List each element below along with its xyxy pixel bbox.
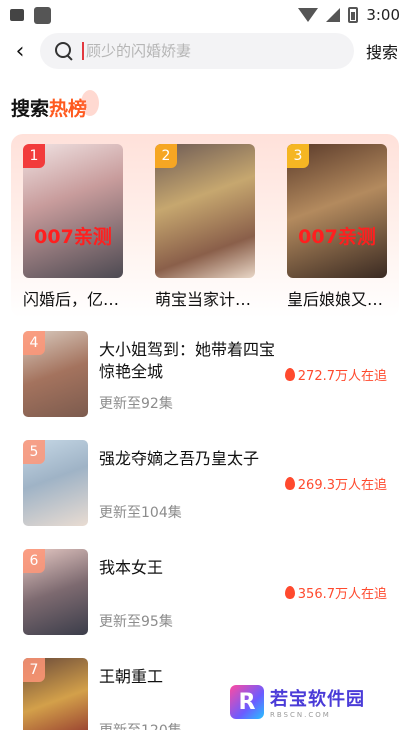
status-indicators: 3:00 (298, 6, 400, 24)
status-notifications (10, 6, 51, 24)
top-three-card: 1 007亲测 闪婚后，亿… 2 萌宝当家计… 3 007亲测 皇后娘娘又… (11, 134, 399, 318)
drama-cover: 5 (23, 440, 88, 526)
chevron-left-icon: ‹ (15, 38, 25, 64)
rank-badge: 3 (287, 144, 309, 168)
list-item-6[interactable]: 6 我本女王 更新至95集 356.7万人在追 (23, 549, 393, 639)
episode-status: 更新至104集 (99, 505, 182, 521)
heat-badge: 269.3万人在追 (284, 474, 387, 493)
rank-badge: 1 (23, 144, 45, 168)
drama-title: 萌宝当家计… (155, 290, 252, 309)
rank-badge: 5 (23, 440, 45, 464)
episode-status: 更新至92集 (99, 396, 173, 412)
drama-cover: 7 (23, 658, 88, 730)
drama-title: 大小姐驾到：她带着四宝惊艳全城 (99, 340, 276, 381)
status-time: 3:00 (366, 6, 400, 24)
section-title-accent: 热榜 (49, 90, 100, 121)
drama-cover: 2 (155, 144, 255, 278)
brand-site: RBSCN.COM (270, 711, 331, 719)
app-notification-icon (34, 6, 51, 24)
drama-title: 皇后娘娘又… (287, 290, 384, 309)
heat-badge: 356.7万人在追 (284, 583, 387, 602)
drama-cover: 3 007亲测 (287, 144, 387, 278)
brand-logo-icon: R (230, 685, 264, 719)
drama-cover: 6 (23, 549, 88, 635)
drama-cover: 4 (23, 331, 88, 417)
drama-title: 闪婚后，亿… (23, 290, 120, 309)
search-box[interactable] (40, 33, 354, 69)
signal-icon (326, 8, 341, 22)
heat-count: 269.3万人在追 (297, 478, 387, 493)
brand-name: 若宝软件园 (270, 689, 365, 710)
fire-icon (284, 586, 295, 599)
fire-icon (284, 477, 295, 490)
search-hot-list-page: 3:00 ‹ 搜索 搜索 热榜 1 007亲测 闪婚后，亿… 2 (0, 0, 410, 730)
top-item-2[interactable]: 2 萌宝当家计… (155, 144, 255, 310)
text-cursor (82, 42, 84, 60)
search-button[interactable]: 搜索 (366, 39, 402, 63)
heat-badge: 272.7万人在追 (284, 365, 387, 384)
fire-icon (284, 368, 295, 381)
brand-watermark: R 若宝软件园 RBSCN.COM (230, 684, 392, 720)
rank-badge: 2 (155, 144, 177, 168)
rank-badge: 4 (23, 331, 45, 355)
heat-count: 272.7万人在追 (297, 369, 387, 384)
top-item-3[interactable]: 3 007亲测 皇后娘娘又… (287, 144, 387, 310)
list-item-5[interactable]: 5 强龙夺嫡之吾乃皇太子 更新至104集 269.3万人在追 (23, 440, 393, 530)
episode-status: 更新至95集 (99, 614, 173, 630)
rank-badge: 6 (23, 549, 45, 573)
top-item-1[interactable]: 1 007亲测 闪婚后，亿… (23, 144, 123, 310)
drama-title: 我本女王 (99, 558, 164, 577)
notification-icon (10, 9, 24, 21)
drama-title: 强龙夺嫡之吾乃皇太子 (99, 449, 260, 468)
battery-icon (348, 7, 359, 23)
cover-overlay-text: 007亲测 (298, 226, 376, 248)
list-item-4[interactable]: 4 大小姐驾到：她带着四宝惊艳全城 更新至92集 272.7万人在追 (23, 331, 393, 421)
section-title: 搜索 热榜 (11, 90, 100, 121)
episode-status: 更新至120集 (99, 720, 182, 730)
wifi-icon (298, 8, 319, 22)
search-input[interactable] (86, 42, 326, 60)
section-title-main: 搜索 (11, 98, 50, 120)
heat-count: 356.7万人在追 (297, 587, 387, 602)
search-icon (54, 41, 74, 61)
brand-text: 若宝软件园 RBSCN.COM (270, 685, 365, 719)
drama-cover: 1 007亲测 (23, 144, 123, 278)
rank-badge: 7 (23, 658, 45, 682)
back-button[interactable]: ‹ (8, 36, 32, 66)
status-bar: 3:00 (0, 0, 410, 30)
cover-overlay-text: 007亲测 (34, 226, 112, 248)
search-header: ‹ 搜索 (0, 32, 410, 70)
